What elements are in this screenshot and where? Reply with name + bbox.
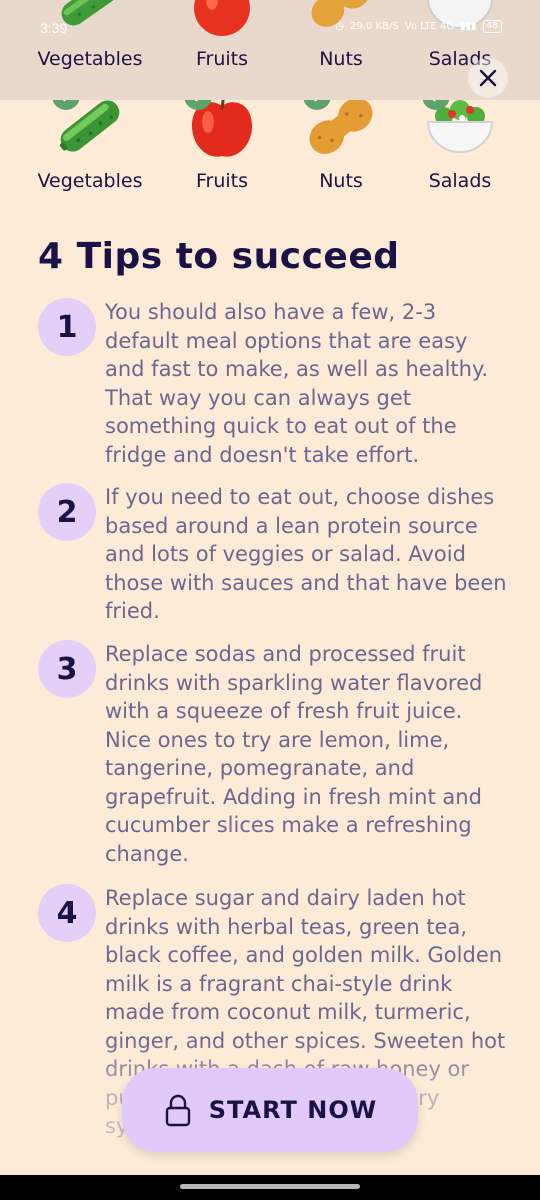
- category-label: Vegetables: [37, 48, 143, 70]
- status-time: 3:39: [40, 20, 68, 36]
- tip-text: You should also have a few, 2-3 default …: [105, 300, 489, 467]
- category-label: Fruits: [195, 170, 249, 192]
- tip-text: If you need to eat out, choose dishes ba…: [105, 485, 507, 623]
- home-gesture-handle[interactable]: [180, 1184, 360, 1189]
- system-nav-bar: [0, 1175, 540, 1200]
- battery-icon: 48: [482, 20, 502, 33]
- status-bar: 3:39 ◷ 29.0 KB/S Vo LTE 4G ▮▮▮ 48: [0, 0, 540, 40]
- tip-number-badge: 1: [38, 298, 96, 356]
- category-label: Vegetables: [37, 170, 143, 192]
- category-label: Nuts: [319, 170, 363, 192]
- close-button[interactable]: [468, 58, 508, 98]
- start-now-button[interactable]: START NOW: [122, 1068, 418, 1152]
- alarm-icon: ◷: [335, 21, 345, 32]
- lock-icon: [165, 1094, 190, 1127]
- category-label: Fruits: [195, 48, 249, 70]
- signal-icon: ▮▮▮: [460, 21, 477, 32]
- close-icon: [479, 69, 497, 87]
- tip-number-badge: 2: [38, 483, 96, 541]
- category-label: Nuts: [319, 48, 363, 70]
- status-icons: ◷ 29.0 KB/S Vo LTE 4G ▮▮▮ 48: [335, 20, 502, 33]
- tips-title: 4 Tips to succeed: [38, 236, 400, 277]
- start-now-label: START NOW: [208, 1096, 378, 1124]
- net-speed: 29.0 KB/S: [350, 21, 399, 32]
- category-label: Salads: [428, 170, 492, 192]
- tip-number-badge: 3: [38, 640, 96, 698]
- tip-number-badge: 4: [38, 884, 96, 942]
- network-type: Vo LTE 4G: [404, 21, 455, 32]
- tip-text: Replace sodas and processed fruit drinks…: [105, 642, 483, 866]
- battery-level: 48: [486, 21, 498, 31]
